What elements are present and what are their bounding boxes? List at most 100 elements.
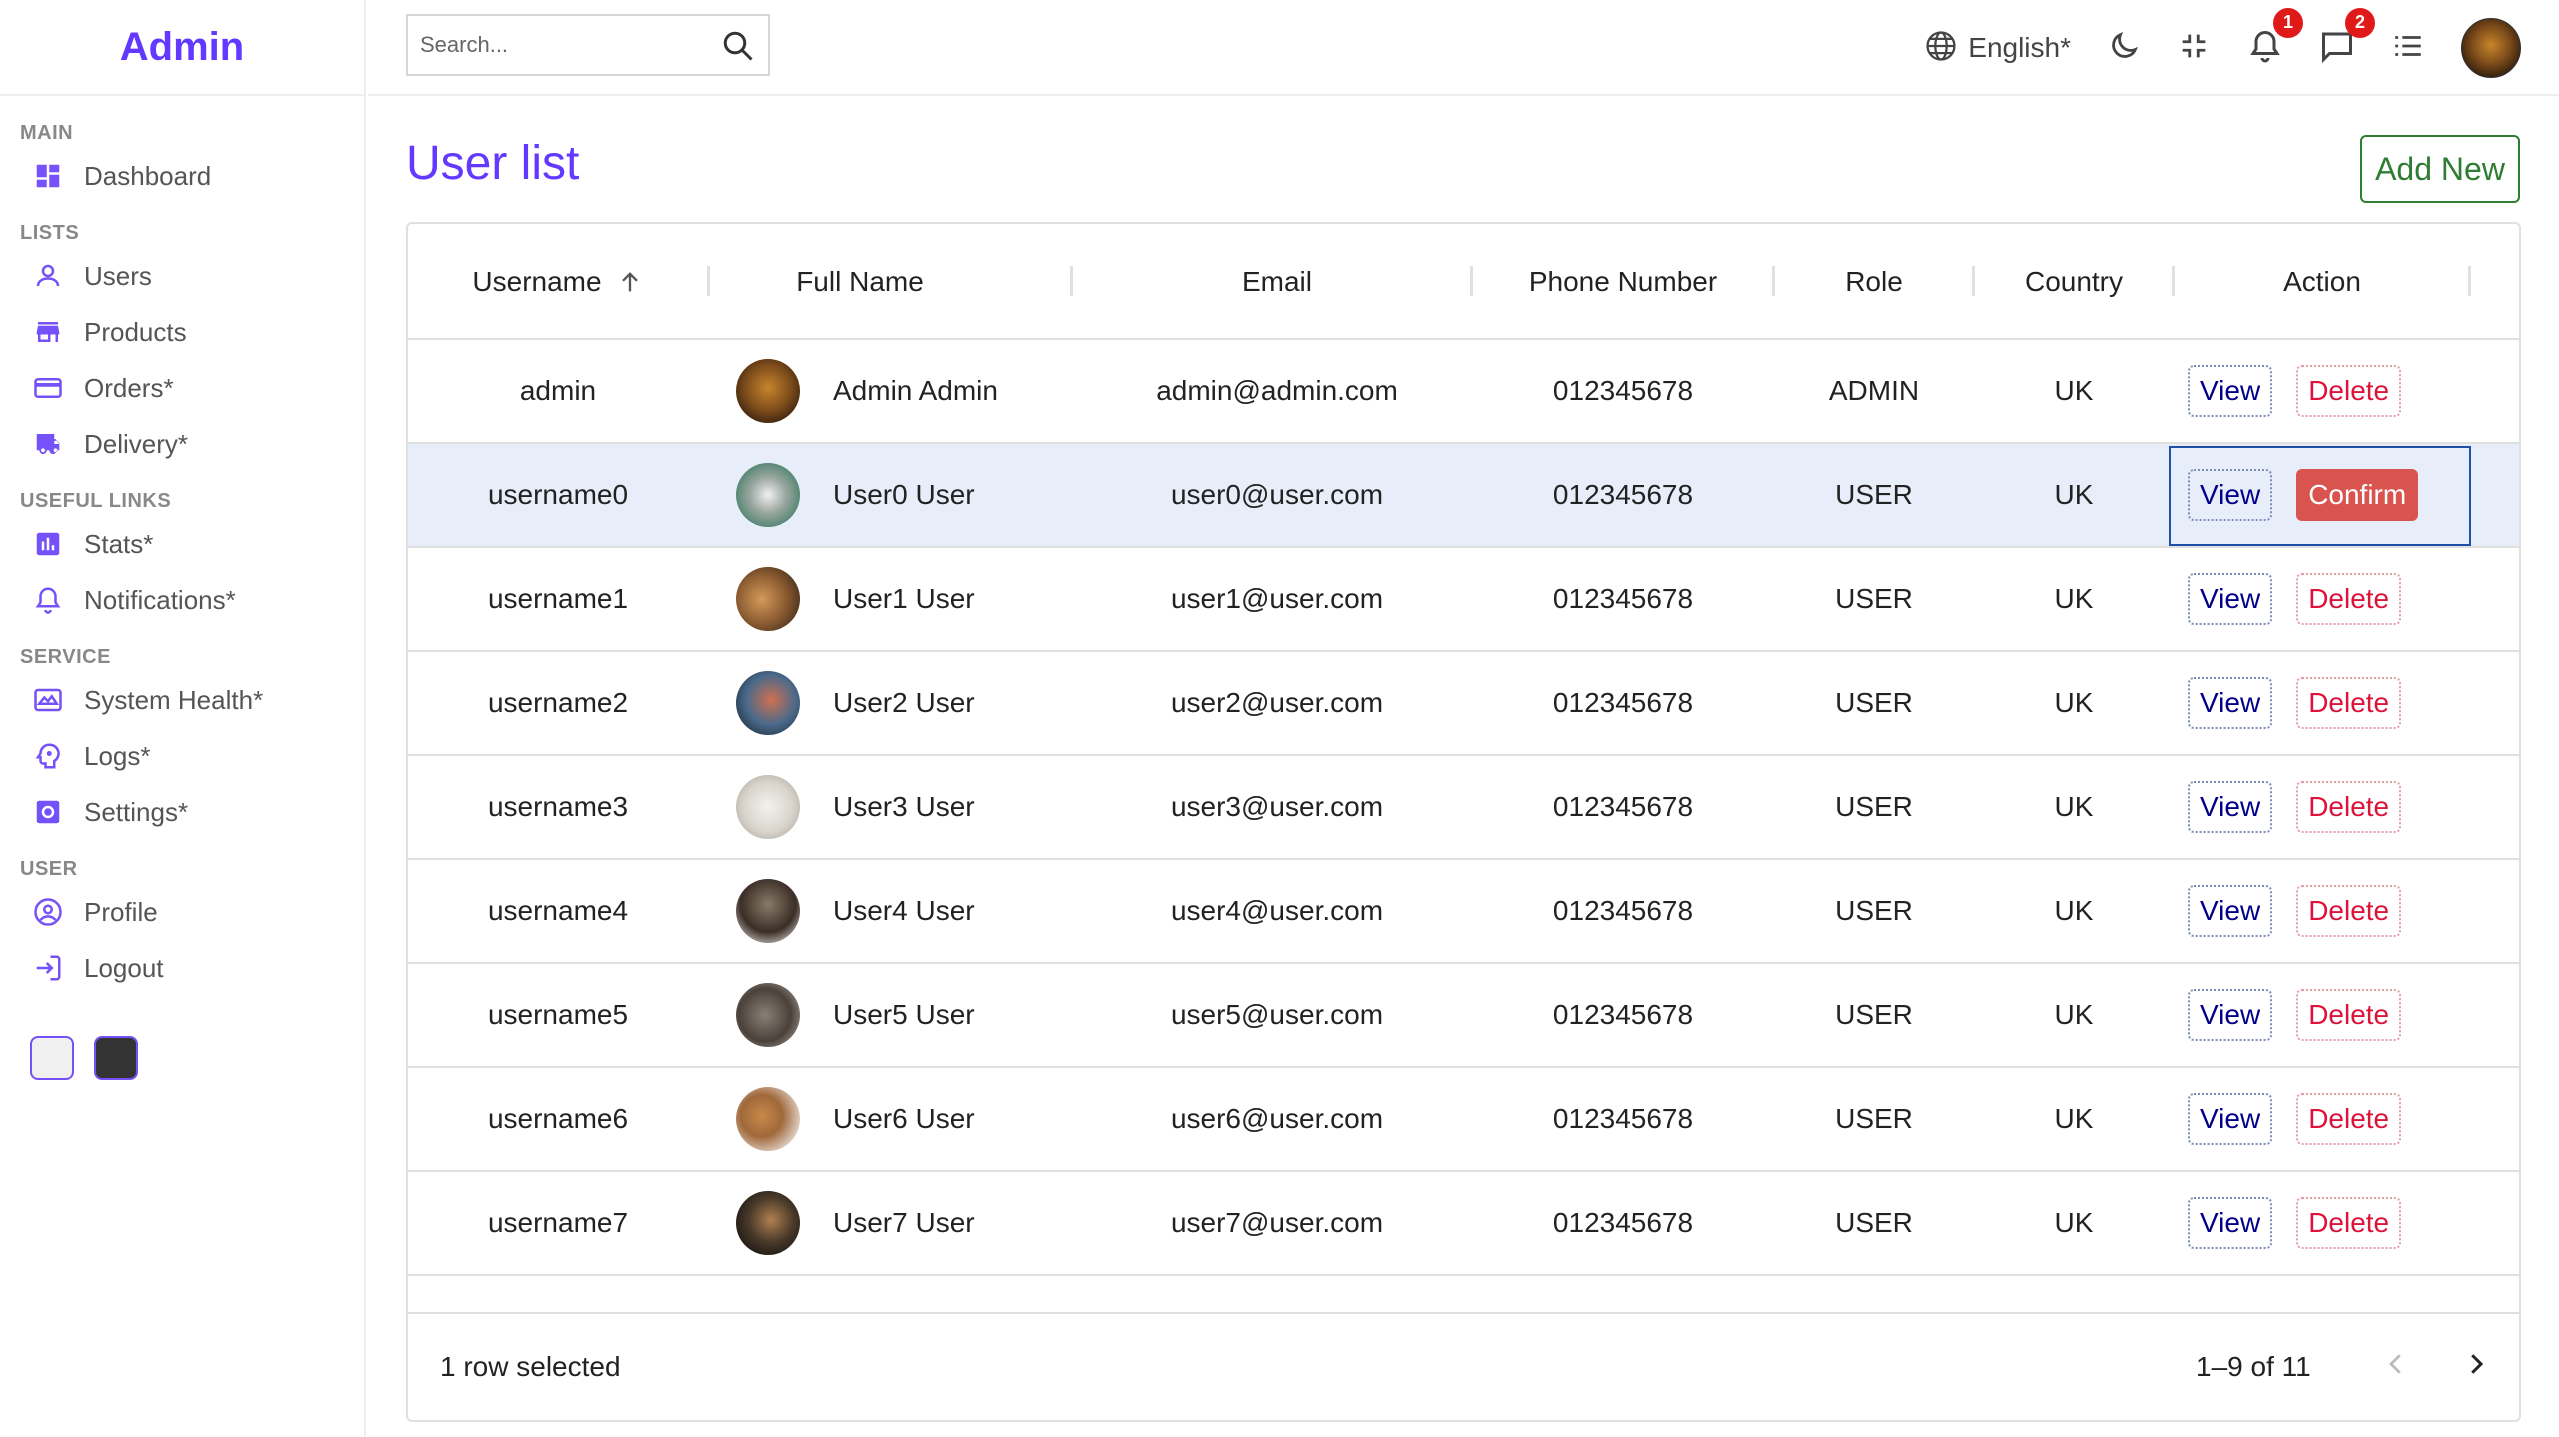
sidebar-item-notifications[interactable]: Notifications* <box>20 572 364 628</box>
sidebar-item-users[interactable]: Users <box>20 248 364 304</box>
view-button[interactable]: View <box>2188 573 2273 625</box>
cell-role: USER <box>1835 479 1913 510</box>
pagination-range: 1–9 of 11 <box>2196 1351 2311 1382</box>
cell-role: USER <box>1835 583 1913 614</box>
delete-button[interactable]: Delete <box>2296 573 2402 625</box>
cell-action: View Delete <box>2188 964 2402 1066</box>
search-box <box>406 14 770 76</box>
cell-avatar <box>728 756 808 858</box>
sidebar-section-lists: LISTS Users Products Orders* Delivery* <box>0 218 364 472</box>
delete-button[interactable]: Delete <box>2296 781 2402 833</box>
sidebar-item-label: Notifications* <box>84 584 236 615</box>
view-button[interactable]: View <box>2188 781 2273 833</box>
table-row[interactable]: username6 User6 User user6@user.com 0123… <box>408 1068 2519 1172</box>
delete-button[interactable]: Delete <box>2296 885 2402 937</box>
chevron-right-icon <box>2461 1349 2491 1384</box>
sidebar-item-system-health[interactable]: System Health* <box>20 672 364 728</box>
view-button[interactable]: View <box>2188 1093 2273 1145</box>
delete-button[interactable]: Delete <box>2296 989 2402 1041</box>
sort-ascending-icon[interactable] <box>616 268 644 296</box>
column-header-action[interactable]: Action <box>2174 224 2470 340</box>
delete-button[interactable]: Delete <box>2296 677 2402 729</box>
dark-mode-toggle[interactable] <box>2107 29 2141 68</box>
sidebar-item-settings[interactable]: Settings* <box>20 784 364 840</box>
column-header-phone-number[interactable]: Phone Number <box>1472 224 1774 340</box>
cell-username: username0 <box>487 479 629 510</box>
logo[interactable]: Admin <box>120 25 244 70</box>
delete-button[interactable]: Delete <box>2296 1093 2402 1145</box>
sidebar-item-dashboard[interactable]: Dashboard <box>20 148 364 204</box>
sidebar-item-logout[interactable]: Logout <box>20 940 364 996</box>
user-avatar-button[interactable] <box>2461 18 2521 78</box>
cell-country: UK <box>2054 1103 2094 1134</box>
column-header-role[interactable]: Role <box>1774 224 1974 340</box>
cell-action: View Delete <box>2188 1172 2402 1274</box>
cell-action: View Confirm <box>2188 444 2419 546</box>
delete-button[interactable]: Delete <box>2296 1197 2402 1249</box>
sidebar-item-delivery[interactable]: Delivery* <box>20 416 364 472</box>
table-row[interactable]: username4 User4 User user4@user.com 0123… <box>408 860 2519 964</box>
cell-country: UK <box>2054 583 2094 614</box>
bell-icon <box>32 584 64 616</box>
column-header-email[interactable]: Email <box>1072 224 1482 340</box>
messages-button[interactable]: 2 <box>2319 7 2375 69</box>
table-row[interactable]: username7 User7 User user7@user.com 0123… <box>408 1172 2519 1276</box>
cell-avatar <box>728 340 808 442</box>
sidebar-item-profile[interactable]: Profile <box>20 884 364 940</box>
column-header-full-name[interactable]: Full Name <box>710 224 1010 340</box>
previous-page-button[interactable] <box>2374 1344 2418 1388</box>
confirm-delete-button[interactable]: Confirm <box>2296 469 2419 521</box>
add-new-button[interactable]: Add New <box>2360 135 2520 203</box>
language-selector[interactable]: English* <box>1924 29 2071 68</box>
dark-theme-swatch[interactable] <box>94 1036 138 1080</box>
table-row-selected[interactable]: username0 User0 User user0@user.com 0123… <box>408 444 2519 548</box>
cell-full-name: User7 User <box>833 1207 975 1238</box>
cell-country: UK <box>2054 999 2094 1030</box>
sidebar-section-title: USER <box>20 858 78 880</box>
list-icon <box>2391 29 2425 68</box>
notifications-button[interactable]: 1 <box>2247 7 2303 69</box>
avatar <box>2461 18 2521 78</box>
sidebar-item-orders[interactable]: Orders* <box>20 360 364 416</box>
user-data-grid: Username Full Name Email Phone Number Ro… <box>406 222 2521 1422</box>
next-page-button[interactable] <box>2454 1344 2498 1388</box>
view-button[interactable]: View <box>2188 989 2273 1041</box>
view-button[interactable]: View <box>2188 365 2273 417</box>
cell-email: user2@user.com <box>1170 687 1384 718</box>
sidebar-section-user: USER Profile Logout <box>0 854 364 996</box>
cell-role: USER <box>1835 1207 1913 1238</box>
logo-area: Admin <box>0 0 364 96</box>
list-menu-button[interactable] <box>2391 29 2425 68</box>
table-row[interactable]: username1 User1 User user1@user.com 0123… <box>408 548 2519 652</box>
sidebar-item-logs[interactable]: Logs* <box>20 728 364 784</box>
sidebar-section-main: MAIN Dashboard <box>0 118 364 204</box>
sidebar-item-label: Settings* <box>84 796 189 827</box>
search-input[interactable] <box>420 32 710 58</box>
table-row[interactable]: username5 User5 User user5@user.com 0123… <box>408 964 2519 1068</box>
view-button[interactable]: View <box>2188 469 2273 521</box>
column-separator[interactable] <box>2468 266 2471 296</box>
column-header-username[interactable]: Username <box>408 224 708 340</box>
column-header-country[interactable]: Country <box>1974 224 2174 340</box>
table-row[interactable]: username3 User3 User user3@user.com 0123… <box>408 756 2519 860</box>
view-button[interactable]: View <box>2188 677 2273 729</box>
sidebar-item-stats[interactable]: Stats* <box>20 516 364 572</box>
delete-button[interactable]: Delete <box>2296 365 2402 417</box>
sidebar-section-title: MAIN <box>20 122 74 144</box>
fullscreen-exit-button[interactable] <box>2177 29 2211 68</box>
cell-role: USER <box>1835 687 1913 718</box>
sidebar-item-products[interactable]: Products <box>20 304 364 360</box>
cell-full-name: User3 User <box>833 791 975 822</box>
table-row[interactable]: admin Admin Admin admin@admin.com 012345… <box>408 340 2519 444</box>
light-theme-swatch[interactable] <box>30 1036 74 1080</box>
cell-country: UK <box>2054 479 2094 510</box>
user-avatar <box>736 1087 800 1151</box>
truck-icon <box>32 428 64 460</box>
cell-username: username5 <box>487 999 629 1030</box>
table-row[interactable]: username2 User2 User user2@user.com 0123… <box>408 652 2519 756</box>
psychology-icon <box>32 740 64 772</box>
view-button[interactable]: View <box>2188 1197 2273 1249</box>
search-icon[interactable] <box>720 28 756 64</box>
view-button[interactable]: View <box>2188 885 2273 937</box>
user-avatar <box>736 463 800 527</box>
